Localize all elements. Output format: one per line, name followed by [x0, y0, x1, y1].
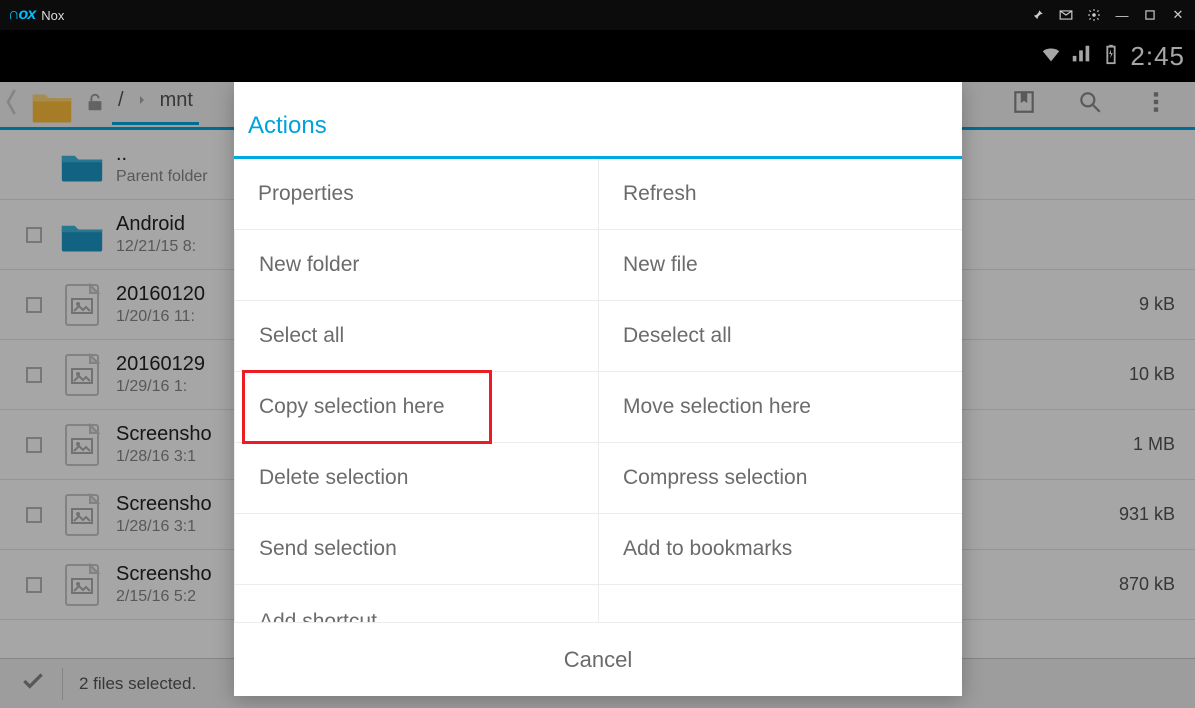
action-item[interactable]: Delete selection — [234, 443, 598, 514]
nox-app-name: Nox — [41, 8, 64, 23]
action-item[interactable]: Move selection here — [598, 372, 962, 443]
action-item[interactable]: Deselect all — [598, 301, 962, 372]
action-item[interactable]: Send selection — [234, 514, 598, 585]
action-item[interactable]: Add shortcut — [234, 585, 598, 622]
action-item[interactable]: Refresh — [598, 159, 962, 230]
action-item[interactable]: Copy selection here — [234, 372, 598, 443]
close-button[interactable]: ✕ — [1169, 6, 1187, 24]
action-item — [598, 585, 962, 622]
mail-icon[interactable] — [1057, 6, 1075, 24]
maximize-button[interactable] — [1141, 6, 1159, 24]
action-item[interactable]: Properties — [234, 159, 598, 230]
action-item[interactable]: New file — [598, 230, 962, 301]
dialog-body: PropertiesRefreshNew folderNew fileSelec… — [234, 159, 962, 622]
dialog-title: Actions — [234, 82, 962, 156]
action-item[interactable]: Compress selection — [598, 443, 962, 514]
nox-titlebar: ∩ox Nox — ✕ — [0, 0, 1195, 30]
actions-dialog: Actions PropertiesRefreshNew folderNew f… — [234, 82, 962, 696]
action-item[interactable]: Select all — [234, 301, 598, 372]
cancel-label: Cancel — [564, 647, 632, 673]
dialog-cancel-button[interactable]: Cancel — [234, 622, 962, 696]
settings-icon[interactable] — [1085, 6, 1103, 24]
action-item[interactable]: Add to bookmarks — [598, 514, 962, 585]
action-item[interactable]: New folder — [234, 230, 598, 301]
nox-logo: ∩ox — [8, 6, 35, 24]
pin-icon[interactable] — [1029, 6, 1047, 24]
minimize-button[interactable]: — — [1113, 6, 1131, 24]
